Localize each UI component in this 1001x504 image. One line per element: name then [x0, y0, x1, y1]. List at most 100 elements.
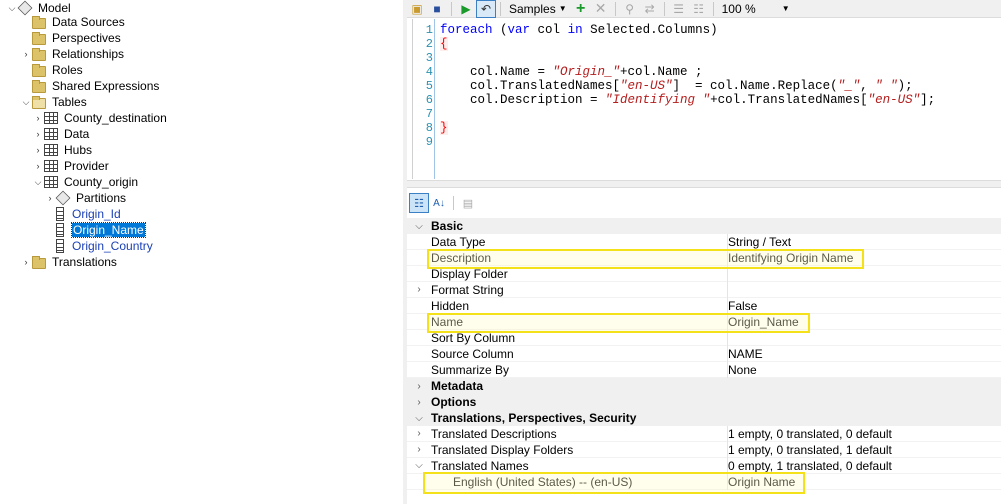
- property-row-summarize-by[interactable]: Summarize By None: [407, 361, 1001, 378]
- property-row-translated-descriptions[interactable]: › Translated Descriptions 1 empty, 0 tra…: [407, 425, 1001, 442]
- run-script-icon[interactable]: ▶: [456, 0, 476, 18]
- category-basic[interactable]: ⌵ Basic: [407, 218, 1001, 234]
- property-value[interactable]: False: [728, 299, 757, 313]
- category-label: Basic: [431, 219, 464, 233]
- collapse-icon[interactable]: ⌵: [6, 0, 18, 16]
- property-row-hidden[interactable]: Hidden False: [407, 297, 1001, 314]
- zoom-select[interactable]: 100 % ▼: [718, 0, 794, 18]
- line-number: 4: [425, 65, 433, 79]
- tree-node-county-destination[interactable]: › County_destination: [32, 110, 167, 126]
- expand-icon[interactable]: ›: [32, 126, 44, 142]
- property-row-name[interactable]: Name Origin_Name: [407, 313, 1001, 330]
- categorized-view-icon[interactable]: ☷: [409, 193, 429, 213]
- line-number: 8: [425, 121, 433, 135]
- property-name: Sort By Column: [431, 329, 728, 346]
- tree-node-origin-country[interactable]: Origin_Country: [56, 238, 153, 254]
- undo-icon[interactable]: ↶: [476, 0, 496, 18]
- open-file-icon[interactable]: ▣: [407, 0, 427, 18]
- horizontal-splitter[interactable]: [407, 180, 1001, 188]
- collapse-icon[interactable]: ⌵: [20, 94, 32, 110]
- tree-node-shared-expressions[interactable]: Shared Expressions: [20, 78, 159, 94]
- property-row-sort-by-column[interactable]: Sort By Column: [407, 329, 1001, 346]
- search-icon[interactable]: ⚲: [620, 0, 640, 18]
- tree-node-data-sources[interactable]: Data Sources: [20, 14, 125, 30]
- tree-node-county-origin[interactable]: ⌵ County_origin: [32, 174, 138, 190]
- property-value[interactable]: None: [728, 363, 757, 377]
- expand-icon[interactable]: ›: [32, 142, 44, 158]
- property-value[interactable]: Origin_Name: [728, 315, 799, 329]
- replace-icon[interactable]: ⇄: [640, 0, 660, 18]
- tree-node-hubs[interactable]: › Hubs: [32, 142, 93, 158]
- table-icon: [44, 112, 58, 124]
- property-value[interactable]: 1 empty, 0 translated, 0 default: [728, 427, 892, 441]
- tree-node-data[interactable]: › Data: [32, 126, 90, 142]
- expand-icon[interactable]: ›: [407, 397, 431, 408]
- category-metadata[interactable]: › Metadata: [407, 378, 1001, 394]
- folder-icon: [32, 47, 46, 61]
- property-row-english-translation[interactable]: English (United States) -- (en-US) Origi…: [407, 473, 1001, 490]
- property-value[interactable]: Origin Name: [728, 475, 795, 489]
- property-row-display-folder[interactable]: Display Folder: [407, 265, 1001, 282]
- property-name: Data Type: [431, 233, 728, 250]
- tree-node-provider[interactable]: › Provider: [32, 158, 109, 174]
- expand-icon[interactable]: ›: [20, 254, 32, 270]
- add-icon[interactable]: +: [571, 0, 591, 18]
- property-value[interactable]: 0 empty, 1 translated, 0 default: [728, 459, 892, 473]
- table-icon: [44, 176, 58, 188]
- collapse-icon[interactable]: ⌵: [407, 460, 431, 471]
- property-name: Name: [431, 313, 728, 330]
- property-value[interactable]: 1 empty, 0 translated, 1 default: [728, 443, 892, 457]
- property-name: Source Column: [431, 345, 728, 362]
- collapse-icon[interactable]: ⌵: [32, 174, 44, 190]
- property-value[interactable]: String / Text: [728, 235, 791, 249]
- comment-icon[interactable]: ☰: [669, 0, 689, 18]
- partitions-icon: [55, 190, 71, 206]
- category-translations[interactable]: ⌵ Translations, Perspectives, Security: [407, 410, 1001, 426]
- tree-label: Data: [64, 127, 90, 141]
- tree-node-origin-name[interactable]: Origin_Name: [56, 222, 146, 238]
- property-row-translated-names[interactable]: ⌵ Translated Names 0 empty, 1 translated…: [407, 457, 1001, 474]
- model-tree: ⌵ Model Data Sources Perspectives › Rela…: [0, 0, 403, 504]
- property-row-data-type[interactable]: Data Type String / Text: [407, 233, 1001, 250]
- collapse-icon[interactable]: ⌵: [407, 221, 431, 232]
- expand-icon[interactable]: ›: [407, 444, 431, 455]
- expand-icon[interactable]: ›: [20, 46, 32, 62]
- tree-label: Perspectives: [52, 31, 121, 45]
- alphabetical-sort-icon[interactable]: A↓: [429, 193, 449, 213]
- tree-node-roles[interactable]: Roles: [20, 62, 83, 78]
- code-line-4: col.Name = "Origin_"+col.Name ;: [440, 65, 703, 79]
- collapse-icon[interactable]: ⌵: [407, 413, 431, 424]
- property-value[interactable]: Identifying Origin Name: [728, 251, 853, 265]
- property-name: Translated Names: [431, 457, 728, 474]
- property-value[interactable]: NAME: [728, 347, 763, 361]
- tree-node-relationships[interactable]: › Relationships: [20, 46, 125, 62]
- expand-icon[interactable]: ›: [44, 190, 56, 206]
- delete-icon[interactable]: ✕: [591, 0, 611, 18]
- table-icon: [44, 160, 58, 172]
- line-number: 9: [425, 135, 433, 149]
- samples-dropdown[interactable]: Samples ▼: [505, 0, 571, 18]
- property-row-source-column[interactable]: Source Column NAME: [407, 345, 1001, 362]
- property-row-translated-display-folders[interactable]: › Translated Display Folders 1 empty, 0 …: [407, 441, 1001, 458]
- expand-icon[interactable]: ›: [407, 381, 431, 392]
- property-row-description[interactable]: Description Identifying Origin Name: [407, 249, 1001, 266]
- code-line-6: col.Description = "Identifying "+col.Tra…: [440, 93, 936, 107]
- tree-node-perspectives[interactable]: Perspectives: [20, 30, 121, 46]
- tree-node-partitions[interactable]: › Partitions: [44, 190, 126, 206]
- tree-node-tables[interactable]: ⌵ Tables: [20, 94, 87, 110]
- uncomment-icon[interactable]: ☷: [689, 0, 709, 18]
- column-icon: [56, 207, 64, 221]
- code-line-5: col.TranslatedNames["en-US"] = col.Name.…: [440, 79, 913, 93]
- save-icon[interactable]: ■: [427, 0, 447, 18]
- property-row-format-string[interactable]: › Format String: [407, 281, 1001, 298]
- category-options[interactable]: › Options: [407, 394, 1001, 410]
- expand-icon[interactable]: ›: [407, 428, 431, 439]
- code-editor[interactable]: 1 2 3 4 5 6 7 8 9 foreach (var col in Se…: [412, 19, 1001, 179]
- expand-icon[interactable]: ›: [407, 284, 431, 295]
- expand-icon[interactable]: ›: [32, 110, 44, 126]
- tree-node-origin-id[interactable]: Origin_Id: [56, 206, 121, 222]
- tree-label: Data Sources: [52, 15, 125, 29]
- tree-node-translations[interactable]: › Translations: [20, 254, 117, 270]
- property-pages-icon[interactable]: ▤: [458, 193, 478, 213]
- expand-icon[interactable]: ›: [32, 158, 44, 174]
